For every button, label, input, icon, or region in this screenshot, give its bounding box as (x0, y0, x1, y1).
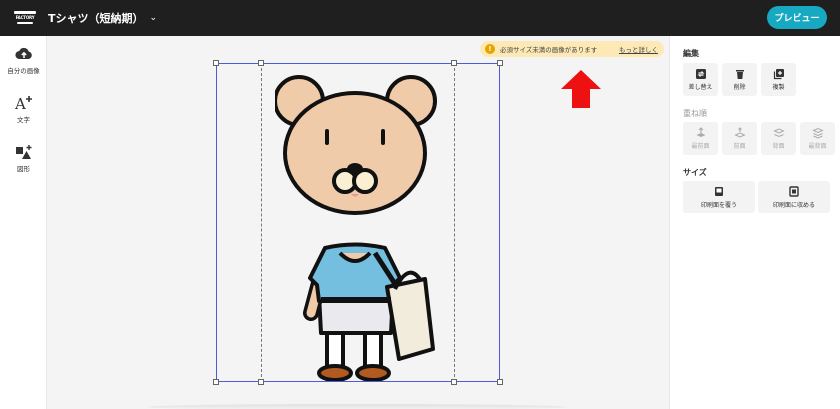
bring-to-front-icon (696, 127, 705, 137)
button-label: 印刷面を覆う (700, 201, 737, 209)
send-backward-button[interactable]: 背面 (761, 122, 796, 155)
selection-box[interactable] (216, 63, 500, 382)
bring-forward-icon (733, 127, 746, 138)
button-label: 複製 (772, 84, 785, 91)
fit-print-area-icon (789, 185, 799, 197)
size-section-title: サイズ (683, 168, 707, 177)
red-arrow-annotation (561, 70, 601, 108)
tool-label: 図形 (17, 165, 30, 173)
preview-button[interactable]: プレビュー (767, 6, 827, 29)
left-toolbar: 自分の画像 A 文字 図形 (0, 36, 47, 409)
learn-more-link[interactable]: もっと詳しく (619, 44, 658, 54)
button-label: 印刷面に収める (772, 201, 815, 209)
shapes-add-icon (15, 145, 31, 159)
bring-to-front-button[interactable]: 最前面 (683, 122, 718, 155)
button-label: 差し替え (688, 84, 713, 91)
resize-handle-bottom-inner-right[interactable] (451, 379, 457, 385)
tool-label: 文字 (17, 116, 30, 124)
resize-handle-bottom-right[interactable] (497, 379, 503, 385)
editor-app: FACTORY Tシャツ（短納期） ⌄ プレビュー 自分の画像 A 文字 図形 … (0, 0, 840, 409)
product-title[interactable]: Tシャツ（短納期） (48, 10, 144, 26)
delete-button[interactable]: 削除 (722, 63, 757, 96)
button-label: 最背面 (808, 143, 827, 150)
cover-print-area-button[interactable]: 印刷面を覆う (683, 181, 755, 213)
trash-icon (735, 70, 744, 79)
button-label: 背面 (772, 143, 785, 150)
button-label: 最前面 (691, 143, 710, 150)
tool-label: 自分の画像 (7, 67, 40, 75)
button-label: 削除 (733, 84, 746, 91)
resize-handle-top-right[interactable] (497, 60, 503, 66)
top-bar: FACTORY Tシャツ（短納期） ⌄ プレビュー (0, 0, 840, 36)
tool-shapes[interactable]: 図形 (0, 144, 47, 173)
tool-text[interactable]: A 文字 (0, 94, 47, 124)
cloud-upload-icon (14, 47, 32, 60)
send-to-back-icon (811, 127, 824, 139)
fit-print-area-button[interactable]: 印刷面に収める (758, 181, 830, 213)
resize-handle-bottom-inner-left[interactable] (258, 379, 264, 385)
send-backward-icon (772, 128, 785, 138)
cover-print-area-icon (715, 186, 723, 196)
edit-section-title: 編集 (683, 49, 699, 58)
resize-handle-bottom-left[interactable] (213, 379, 219, 385)
duplicate-icon (773, 69, 784, 80)
factory-logo[interactable]: FACTORY (14, 11, 36, 25)
order-section-title: 重ね順 (683, 109, 707, 118)
text-add-icon: A (14, 95, 32, 111)
resize-handle-top-inner-left[interactable] (258, 60, 264, 66)
resize-handle-top-inner-right[interactable] (451, 60, 457, 66)
button-label: 前面 (733, 143, 746, 150)
size-warning-notice: ! 必須サイズ未満の画像があります もっと詳しく (480, 41, 664, 57)
send-to-back-button[interactable]: 最背面 (800, 122, 835, 155)
warning-icon: ! (485, 44, 495, 54)
duplicate-button[interactable]: 複製 (761, 63, 796, 96)
replace-icon (695, 69, 706, 79)
notice-text: 必須サイズ未満の画像があります (500, 46, 598, 54)
replace-button[interactable]: 差し替え (683, 63, 718, 96)
chevron-down-icon[interactable]: ⌄ (150, 13, 158, 23)
bring-forward-button[interactable]: 前面 (722, 122, 757, 155)
design-canvas[interactable]: ! 必須サイズ未満の画像があります もっと詳しく (47, 36, 669, 409)
garment-shadow (147, 404, 567, 409)
properties-panel: 編集 差し替え 削除 複製 重ね順 最前面 前面 背面 最背面 サイズ 印刷面を… (669, 36, 840, 409)
svg-text:A: A (14, 95, 26, 111)
tool-my-image[interactable]: 自分の画像 (0, 46, 47, 75)
resize-handle-top-left[interactable] (213, 60, 219, 66)
